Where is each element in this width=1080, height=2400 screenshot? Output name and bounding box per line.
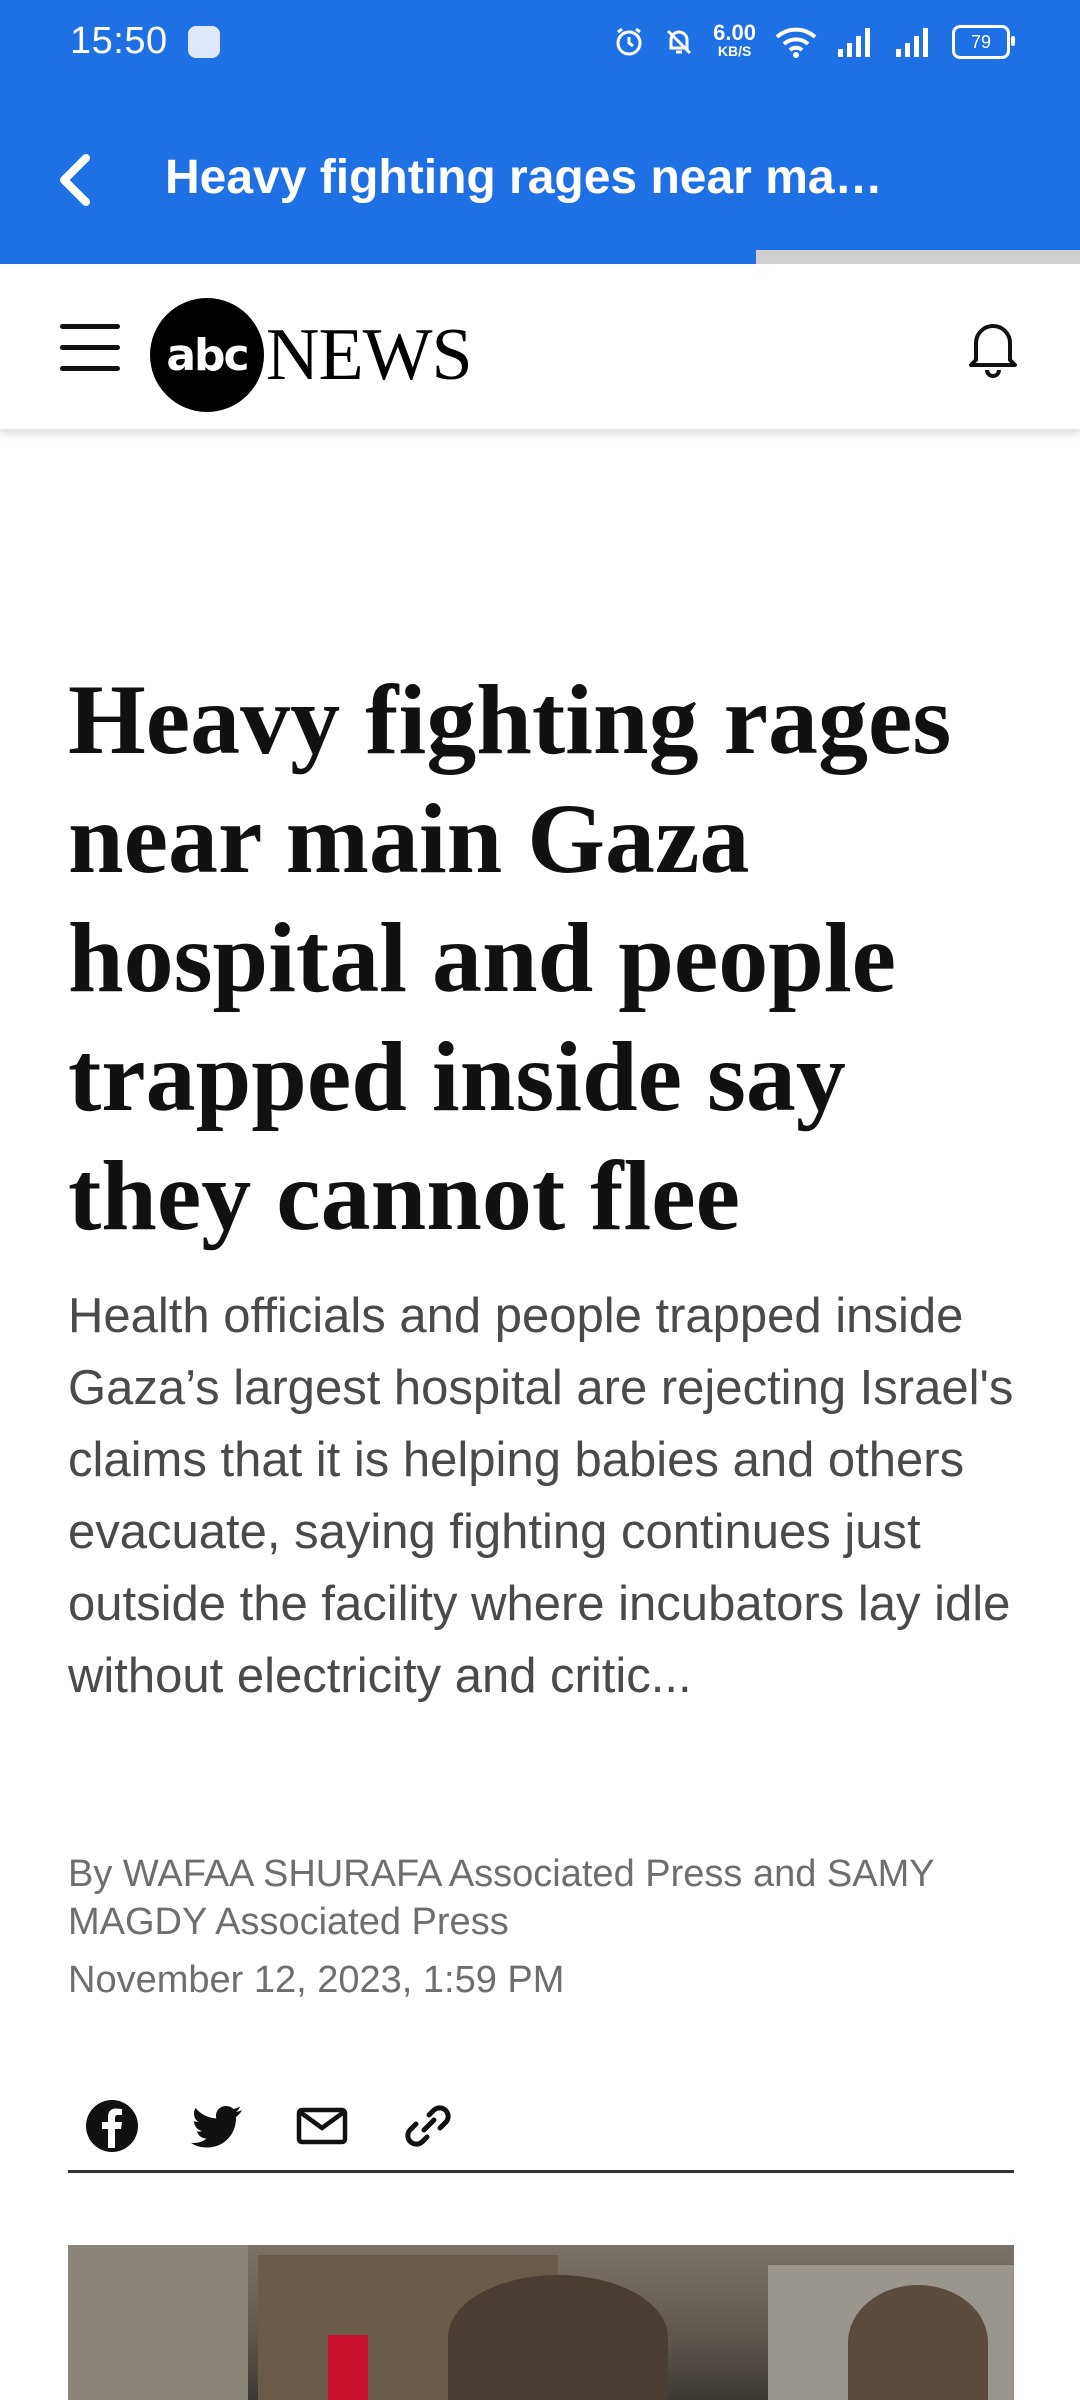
abc-news-logo[interactable]: abc NEWS [150, 298, 473, 412]
battery-level: 79 [970, 31, 992, 52]
status-time: 15:50 [70, 20, 168, 62]
logo-circle: abc [150, 298, 264, 412]
network-speed-value: 6.00 [713, 20, 756, 45]
status-bar: 15:50 6.00 KB/S 79 [0, 0, 1080, 84]
notification-app-icon [188, 26, 220, 58]
site-header: abc NEWS [0, 264, 1080, 429]
bell-icon[interactable] [962, 316, 1024, 378]
facebook-icon[interactable] [82, 2096, 142, 2156]
back-arrow-icon[interactable] [48, 150, 108, 210]
article-date: November 12, 2023, 1:59 PM [68, 1959, 565, 2001]
app-bar-title: Heavy fighting rages near ma… [165, 151, 883, 204]
article-headline: Heavy fighting rages near main Gaza hosp… [68, 664, 952, 1251]
status-icons: 6.00 KB/S 79 [613, 18, 1015, 66]
signal-1-icon [838, 28, 870, 57]
article-summary: Health officials and people trapped insi… [68, 1289, 1014, 1703]
menu-icon[interactable] [60, 324, 120, 372]
reading-progress-bar [0, 250, 1080, 264]
wifi-icon [775, 27, 817, 58]
top-bar: 15:50 6.00 KB/S 79 Heavy fighting rages … [0, 0, 1080, 250]
reading-progress-fill [0, 250, 756, 264]
signal-2-icon [896, 28, 928, 57]
network-speed-unit: KB/S [717, 43, 752, 59]
app-bar: Heavy fighting rages near ma… [0, 130, 1080, 240]
network-speed: 6.00 KB/S [713, 20, 756, 59]
logo-word: NEWS [266, 313, 473, 396]
share-bar [68, 2090, 1014, 2173]
link-icon[interactable] [398, 2096, 458, 2156]
article-hero-image[interactable] [68, 2245, 1014, 2400]
email-icon[interactable] [292, 2096, 352, 2156]
twitter-icon[interactable] [188, 2096, 248, 2156]
alarm-icon [616, 27, 642, 56]
battery-indicator: 79 [952, 25, 1015, 59]
mute-bell-icon [667, 29, 692, 55]
article-byline: By WAFAA SHURAFA Associated Press and SA… [68, 1853, 934, 1943]
